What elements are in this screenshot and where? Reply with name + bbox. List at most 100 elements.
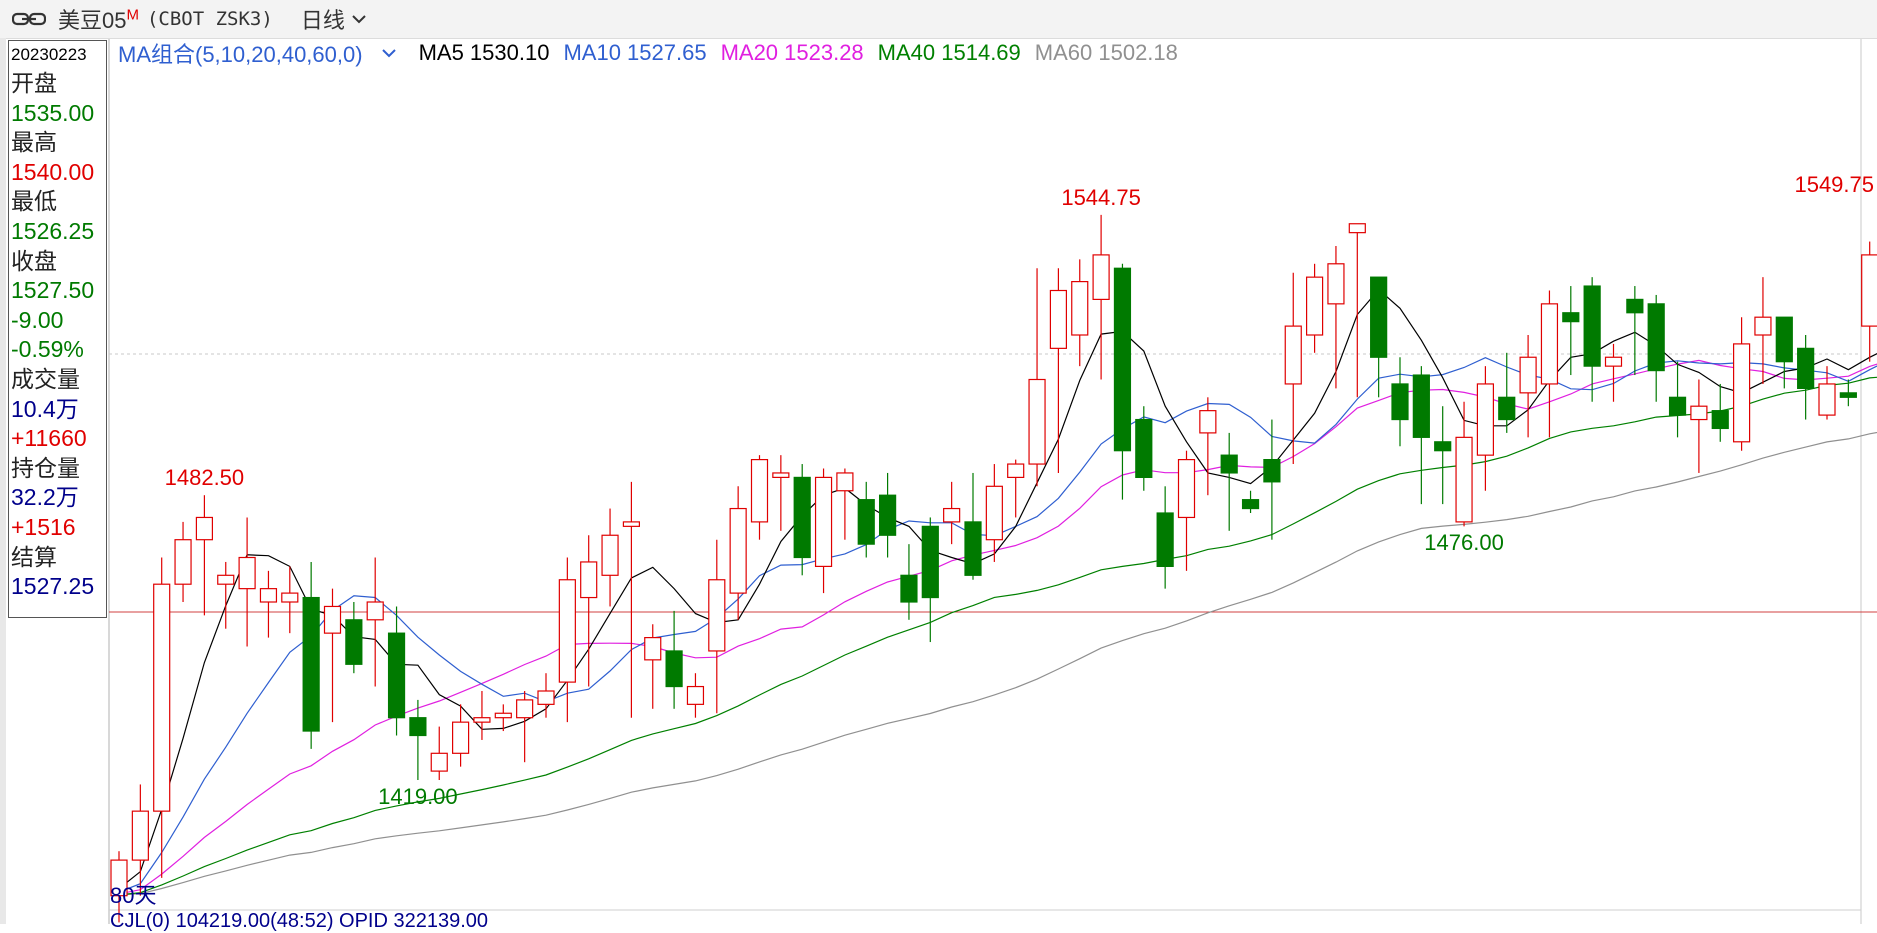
candle-up [452,704,470,767]
symbol-code: (CBOT ZSK3) [146,8,273,30]
candle-body [153,583,171,812]
candle-up [1049,268,1068,473]
close-label: 收盘 [11,247,57,274]
close-value: 1527.50 [11,277,95,304]
candle-body [985,485,1003,541]
ma20-line [118,359,1877,895]
settle-label: 结算 [11,543,57,570]
candle-down [1434,406,1452,505]
candle-down [1241,490,1260,513]
candle-body [900,574,918,603]
ma40-line [118,376,1877,896]
candle-body [1754,316,1772,336]
volume-label: 成交量 [11,365,80,392]
period-selector[interactable]: 日线 [301,3,367,35]
trough-label: 1419.00 [378,784,458,809]
open-value: 1535.00 [11,99,95,126]
volume-change: +11660 [11,425,87,452]
candle-down [857,481,875,558]
candle-body [1540,303,1559,385]
candle-body [921,525,939,599]
candle-up [1818,366,1836,420]
candle-down [1412,366,1430,505]
candle-up [1732,317,1751,451]
ma20-legend: MA20 1523.28 [720,40,864,65]
candle-up [558,557,576,723]
candle-body [857,499,875,545]
candle-down [387,606,406,736]
candle-body [1305,276,1324,336]
candle-up [1327,246,1345,389]
candle-up [1690,379,1708,473]
candle-up [708,539,726,714]
candle-body [323,605,342,634]
candle-down [964,472,982,580]
candle-body [1199,410,1217,434]
candle-down [1391,357,1409,447]
candle-up [174,521,192,602]
open-label: 开盘 [11,70,57,96]
candle-body [1861,254,1877,327]
candle-down [793,464,811,576]
chevron-down-icon [381,49,396,58]
candle-up [1199,397,1217,496]
candle-up [729,486,747,620]
peak-label: 1544.75 [1061,184,1141,210]
candle-down [1797,335,1815,420]
candle-body [409,717,427,737]
candle-body [1220,454,1238,474]
candle-body [1732,343,1751,443]
candle-up [1476,366,1495,491]
candle-body [814,476,833,567]
candle-body [1092,254,1110,300]
candle-body [1049,289,1068,349]
candle-body [580,561,598,599]
candle-body [1711,410,1729,430]
candle-body [1177,459,1196,519]
candle-body [537,690,555,705]
candle-up [1540,290,1559,438]
volume-indicator-header: CJL(0) 104219.00(48:52) OPID 322139.00 [110,910,489,932]
candle-up [238,517,256,647]
period-label: 日线 [300,8,345,33]
candle-body [195,516,213,541]
candle-up [580,535,598,687]
candle-body [494,712,512,719]
candle-down [1626,286,1644,376]
candle-up [1519,335,1537,438]
candle-body [1327,263,1345,305]
candle-down [665,610,683,709]
candle-up [1455,401,1473,527]
candle-down [409,699,427,780]
candle-up [217,561,235,629]
candle-body [1412,374,1430,438]
candle-body [1690,405,1708,421]
peak-label: 1549.75 [1794,171,1874,197]
candle-body [1519,356,1537,394]
candle-up [1177,450,1196,571]
candle-body [1455,436,1473,523]
candle-body [302,596,320,732]
candle-up [1861,241,1877,362]
candle-body [217,574,235,585]
ma-combo-selector[interactable]: MA组合(5,10,20,40,60,0) [118,37,397,69]
candle-up [366,557,384,687]
candle-body [1156,512,1174,568]
candle-up [537,673,555,718]
candle-body [772,472,790,479]
candle-down [1156,486,1174,589]
candle-up [686,673,705,718]
candle-body [878,494,897,536]
quote-date: 20230223 [11,45,87,64]
candle-up [1007,459,1025,518]
candle-body [1434,441,1452,452]
high-value: 1540.00 [11,158,95,185]
symbol-name: 美豆05M [58,3,139,35]
candle-body [644,636,662,661]
candle-body [601,534,619,576]
candle-body [1775,316,1793,363]
link-icon[interactable] [12,9,48,29]
candle-up [473,691,491,740]
candle-body [1028,378,1046,465]
candle-body [1370,276,1388,358]
